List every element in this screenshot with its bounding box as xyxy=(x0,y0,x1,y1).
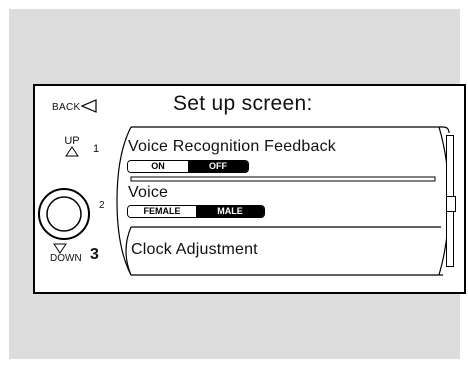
setup-screen: BACK Set up screen: UP 1 2 DOWN 3 Voice … xyxy=(33,84,466,294)
list-item-voice[interactable]: Voice xyxy=(128,184,168,202)
list-item-clock-adjustment[interactable]: Clock Adjustment xyxy=(131,241,258,259)
voice-option-male[interactable]: MALE xyxy=(196,206,264,217)
feedback-toggle[interactable]: ON OFF xyxy=(127,160,249,173)
feedback-option-on[interactable]: ON xyxy=(128,161,188,172)
voice-toggle[interactable]: FEMALE MALE xyxy=(127,205,265,218)
feedback-option-off[interactable]: OFF xyxy=(188,161,248,172)
list-frame xyxy=(116,126,450,276)
scrollbar[interactable] xyxy=(446,135,456,267)
list-item-voice-recognition-feedback[interactable]: Voice Recognition Feedback xyxy=(128,138,336,156)
scroll-thumb[interactable] xyxy=(446,196,456,212)
voice-option-female[interactable]: FEMALE xyxy=(128,206,196,217)
